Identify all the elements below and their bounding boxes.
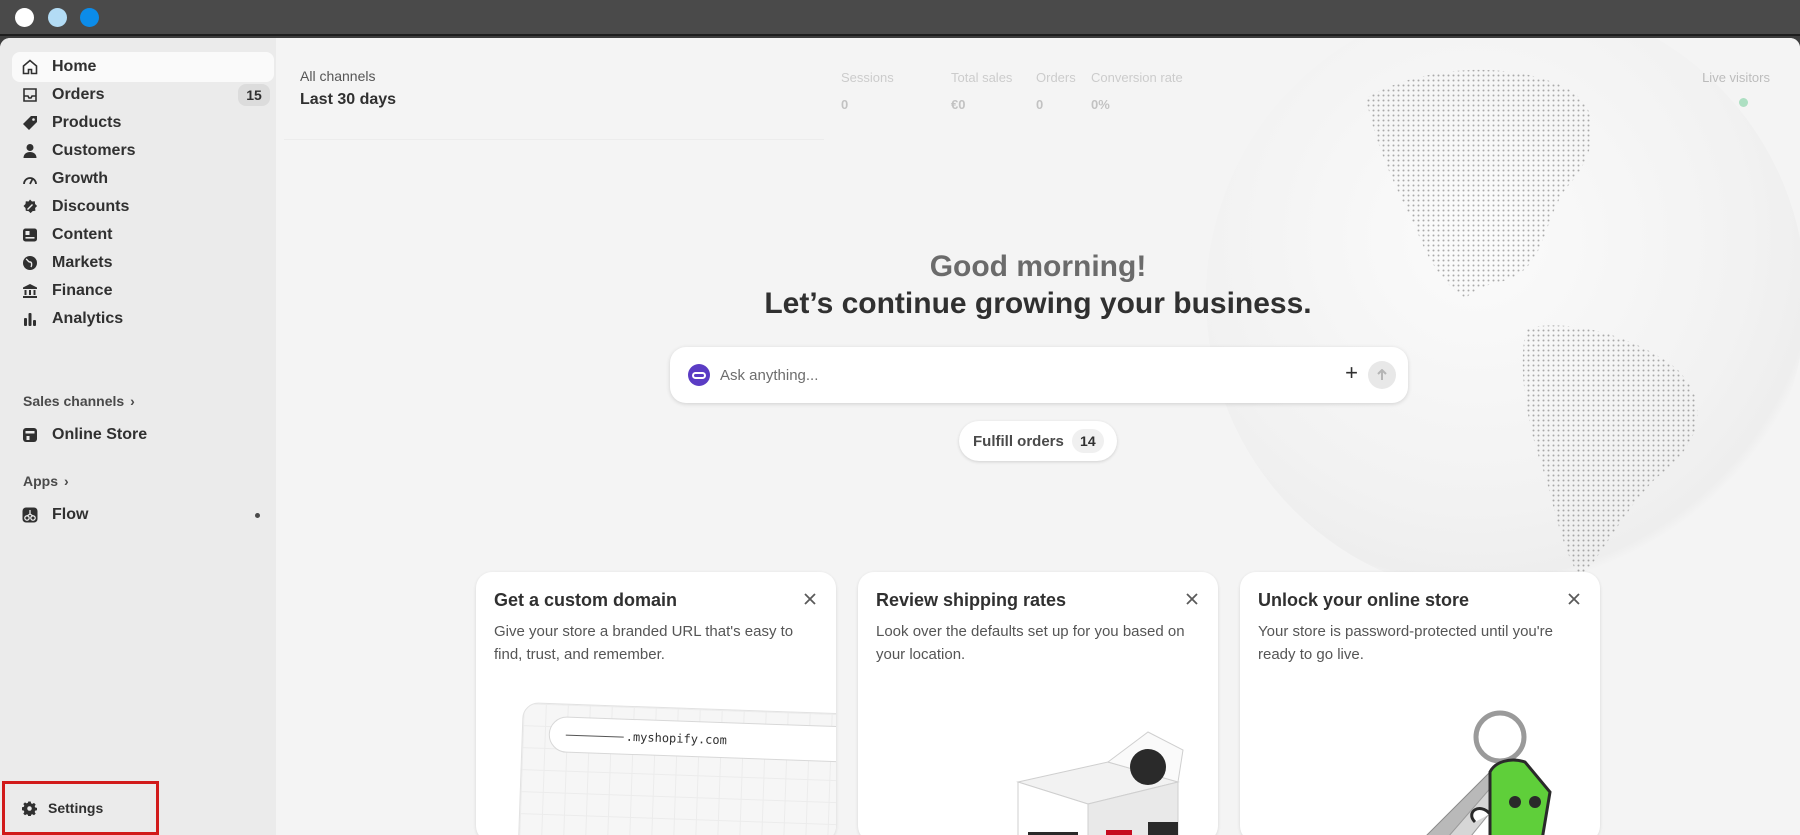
date-channel-filter[interactable]: All channels Last 30 days: [284, 58, 824, 140]
app-window: Home Orders 15 Products Customers Growth…: [0, 38, 1800, 835]
add-attachment-button[interactable]: +: [1345, 361, 1358, 385]
live-visitors[interactable]: Live visitors: [1702, 70, 1770, 85]
close-icon[interactable]: [802, 591, 818, 607]
chevron-right-icon: ›: [130, 393, 135, 409]
close-icon[interactable]: [1184, 591, 1200, 607]
notification-dot: [255, 513, 260, 518]
bank-icon: [22, 283, 38, 299]
bar-chart-icon: [22, 311, 38, 327]
sales-channels-label: Sales channels: [23, 393, 125, 409]
window-maximize-button[interactable]: [80, 8, 99, 27]
close-icon[interactable]: [1566, 591, 1582, 607]
domain-illustration: .myshopify.com: [517, 702, 836, 835]
sidebar-item-label: Analytics: [52, 310, 124, 327]
globe-icon: [22, 255, 38, 271]
greeting-heading: Good morning!: [929, 250, 1147, 283]
fulfill-orders-button[interactable]: Fulfill orders 14: [959, 421, 1117, 461]
home-icon: [22, 59, 38, 75]
shipping-box-illustration: [1016, 731, 1184, 835]
live-visitors-label: Live visitors: [1702, 70, 1770, 85]
sidebar-item-label: Online Store: [52, 426, 148, 443]
card-description: Look over the defaults set up for you ba…: [876, 623, 1185, 663]
sidebar-item-products[interactable]: Products: [12, 108, 274, 138]
sidebar-item-content[interactable]: Content: [12, 220, 274, 250]
sidebar: Home Orders 15 Products Customers Growth…: [0, 38, 276, 835]
card-title: Get a custom domain: [494, 590, 678, 610]
keys-illustration: [1426, 710, 1552, 835]
metric-sessions[interactable]: Sessions 0: [841, 70, 894, 112]
metric-conversion-rate[interactable]: Conversion rate 0%: [1091, 70, 1183, 112]
apps-label: Apps: [23, 473, 58, 489]
custom-domain-card[interactable]: Get a custom domain Give your store a br…: [476, 572, 836, 835]
metrics-strip: Sessions 0 Total sales €0 Orders 0 Conversi…: [821, 62, 1261, 128]
sidebar-item-label: Flow: [52, 506, 89, 523]
metric-total-sales[interactable]: Total sales €0: [951, 70, 1012, 112]
apps-header[interactable]: Apps ›: [23, 473, 69, 489]
storefront-icon: [22, 427, 38, 443]
shipping-rates-card[interactable]: Review shipping rates Look over the defa…: [858, 572, 1218, 835]
gauge-icon: [22, 171, 38, 187]
metric-orders[interactable]: Orders 0: [1036, 70, 1076, 112]
fulfill-orders-count: 14: [1071, 429, 1104, 453]
inbox-icon: [22, 87, 38, 103]
chevron-right-icon: ›: [64, 473, 69, 489]
main-content: All channels Last 30 days Sessions 0 Tota…: [276, 38, 1800, 835]
gear-icon: [22, 800, 37, 816]
window-close-button[interactable]: [15, 8, 34, 27]
discount-icon: [22, 199, 38, 215]
orders-count-badge: 15: [238, 84, 270, 106]
sidebar-item-label: Finance: [52, 282, 113, 299]
channel-filter-label: All channels: [300, 68, 376, 84]
sidebar-item-label: Growth: [52, 170, 108, 187]
greeting-subtitle: Let’s continue growing your business.: [764, 287, 1312, 320]
person-icon: [22, 143, 38, 159]
settings-label: Settings: [48, 800, 104, 816]
fulfill-orders-label: Fulfill orders: [973, 432, 1064, 450]
sidebar-item-analytics[interactable]: Analytics: [12, 304, 274, 334]
sidebar-item-discounts[interactable]: Discounts: [12, 192, 274, 222]
tag-icon: [22, 115, 38, 131]
unlock-store-card[interactable]: Unlock your online store Your store is p…: [1240, 572, 1600, 835]
sidebar-item-flow[interactable]: Flow: [12, 500, 274, 530]
sidebar-item-customers[interactable]: Customers: [12, 136, 274, 166]
send-button[interactable]: [1368, 361, 1396, 389]
flow-app-icon: [22, 507, 38, 523]
card-description: Your store is password-protected until y…: [1258, 623, 1553, 663]
live-status-dot: [1739, 98, 1748, 107]
window-minimize-button[interactable]: [48, 8, 67, 27]
sidekick-avatar-icon: [688, 364, 710, 386]
sidebar-item-home[interactable]: Home: [12, 52, 274, 82]
sidebar-item-label: Orders: [52, 86, 105, 103]
content-icon: [22, 227, 38, 243]
card-description: Give your store a branded URL that's eas…: [494, 623, 794, 663]
arrow-up-icon: [1377, 369, 1387, 380]
sidebar-item-growth[interactable]: Growth: [12, 164, 274, 194]
sidebar-item-finance[interactable]: Finance: [12, 276, 274, 306]
sales-channels-header[interactable]: Sales channels ›: [23, 393, 135, 409]
sidebar-item-markets[interactable]: Markets: [12, 248, 274, 278]
card-title: Unlock your online store: [1258, 590, 1470, 610]
sidebar-item-label: Products: [52, 114, 122, 131]
sidebar-item-label: Discounts: [52, 198, 130, 215]
ask-anything-bar: +: [670, 347, 1408, 403]
card-title: Review shipping rates: [876, 590, 1067, 610]
settings-button[interactable]: Settings: [2, 781, 159, 835]
sidebar-item-online-store[interactable]: Online Store: [12, 420, 274, 450]
sidebar-item-orders[interactable]: Orders 15: [12, 80, 274, 110]
domain-url-pill: .myshopify.com: [548, 716, 836, 764]
date-range-label: Last 30 days: [300, 91, 397, 108]
sidebar-item-label: Home: [52, 58, 97, 75]
sidebar-item-label: Markets: [52, 254, 113, 271]
window-title-bar: [0, 0, 1800, 36]
sidebar-item-label: Customers: [52, 142, 136, 159]
sidebar-item-label: Content: [52, 226, 113, 243]
ask-anything-input[interactable]: [720, 366, 1320, 384]
